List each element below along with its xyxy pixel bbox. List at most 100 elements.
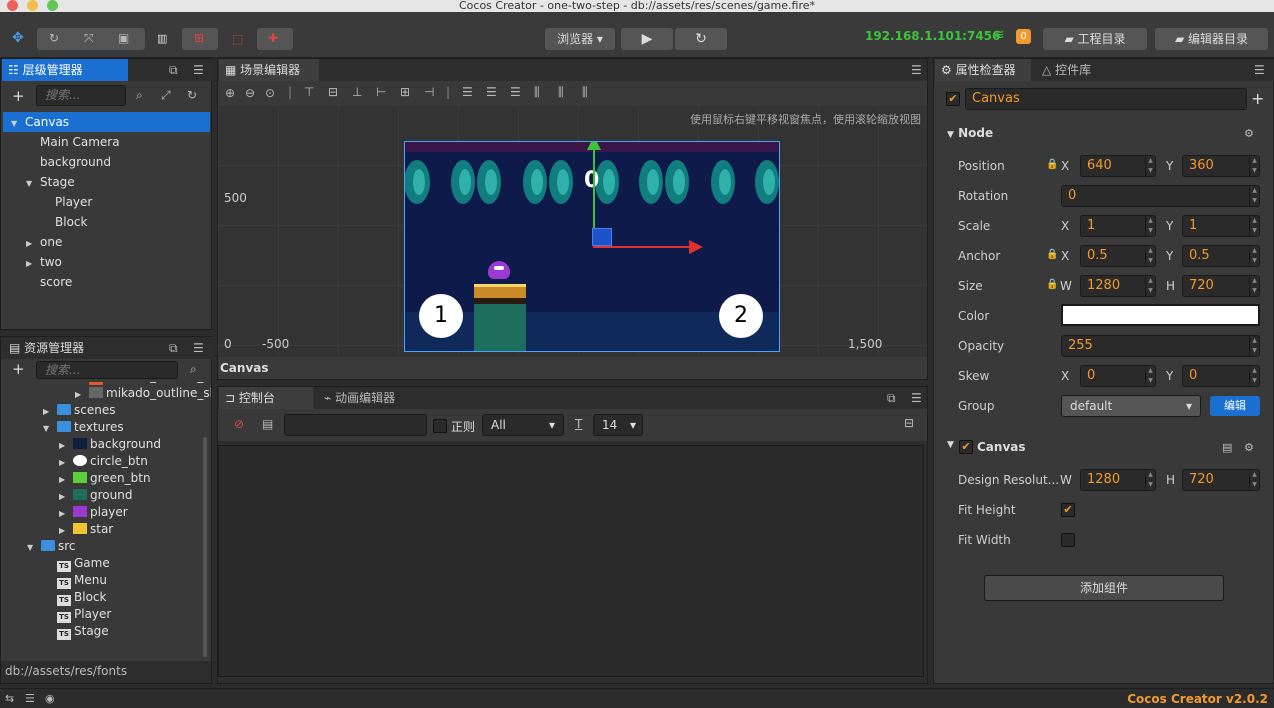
align-top-icon[interactable]: ⊤ bbox=[304, 85, 314, 99]
search-icon[interactable]: ⌕ bbox=[136, 88, 143, 103]
chevron-down-icon[interactable]: ▼ bbox=[43, 420, 53, 437]
popout-icon[interactable]: ⧉ bbox=[887, 391, 896, 406]
skew-y-input[interactable]: 0 ▲ ▼ bbox=[1182, 365, 1260, 387]
database-icon[interactable]: ☰ bbox=[25, 692, 35, 705]
tab-widget-library[interactable]: △ 控件库 bbox=[1036, 59, 1116, 81]
asset-item[interactable]: ▼ textures bbox=[43, 419, 124, 436]
chevron-down-icon[interactable]: ▼ bbox=[947, 440, 954, 450]
chevron-right-icon[interactable]: ▶ bbox=[59, 471, 69, 488]
asset-item[interactable]: ▶ scenes bbox=[43, 402, 115, 419]
design-width-input[interactable]: 1280 ▲ ▼ bbox=[1080, 469, 1156, 491]
color-swatch[interactable] bbox=[1061, 304, 1260, 326]
gizmo-x-arrow[interactable] bbox=[689, 240, 703, 254]
asset-item[interactable]: TS Block bbox=[43, 589, 106, 606]
hierarchy-node[interactable]: Player bbox=[3, 192, 210, 212]
distribute-bottom-icon[interactable]: ☰ bbox=[510, 85, 521, 99]
align-hcenter-icon[interactable]: ⊞ bbox=[400, 85, 410, 99]
scene-viewport[interactable]: 使用鼠标右键平移视窗焦点，使用滚轮缩放视图 500 0 -500 1,500 1… bbox=[218, 105, 927, 355]
chevron-right-icon[interactable]: ▶ bbox=[59, 454, 69, 471]
scale-y-input[interactable]: 1 ▲ ▼ bbox=[1182, 215, 1260, 237]
group-select[interactable]: default ▾ bbox=[1061, 395, 1201, 417]
anchor-y-input[interactable]: 0.5 ▲ ▼ bbox=[1182, 245, 1260, 267]
size-width-input[interactable]: 1280 ▲ ▼ bbox=[1080, 275, 1156, 297]
asset-item[interactable]: ▶ circle_btn bbox=[59, 453, 148, 470]
add-asset-icon[interactable]: + bbox=[12, 360, 25, 378]
asset-item[interactable]: ▶ green_btn bbox=[59, 470, 151, 487]
local-global-toggle[interactable]: ⊞ bbox=[182, 28, 218, 50]
visibility-icon[interactable]: ◉ bbox=[45, 692, 55, 705]
hierarchy-search-input[interactable]: 搜索... bbox=[36, 85, 126, 106]
font-size-select[interactable]: 14 ▾ bbox=[593, 414, 643, 436]
rect-tool-icon[interactable]: ▣ bbox=[118, 31, 129, 45]
gear-icon[interactable]: ⚙ bbox=[1244, 441, 1254, 454]
zoom-out-icon[interactable]: ⊖ bbox=[245, 86, 255, 100]
chevron-down-icon[interactable]: ▼ bbox=[27, 539, 37, 556]
chevron-right-icon[interactable]: ▶ bbox=[59, 505, 69, 522]
hierarchy-node[interactable]: ▶ one bbox=[3, 232, 210, 252]
align-right-icon[interactable]: ⊣ bbox=[424, 85, 434, 99]
stepper-icon[interactable]: ▲ ▼ bbox=[1145, 216, 1155, 236]
scale-tool-icon[interactable]: ⤧ bbox=[84, 31, 94, 46]
hierarchy-node[interactable]: background bbox=[3, 152, 210, 172]
project-dir-button[interactable]: ▰ 工程目录 bbox=[1043, 28, 1147, 50]
collapse-icon[interactable]: ⊟ bbox=[904, 416, 914, 430]
asset-item[interactable]: ▶ background bbox=[59, 436, 161, 453]
asset-item[interactable]: ▶ ground bbox=[59, 487, 132, 504]
edit-group-button[interactable]: 编辑 bbox=[1210, 396, 1260, 416]
move-tool-icon[interactable]: ✥ bbox=[12, 30, 24, 46]
popout-icon[interactable]: ⧉ bbox=[169, 341, 178, 356]
chevron-down-icon[interactable]: ▼ bbox=[26, 174, 36, 194]
tab-animation[interactable]: ⌁ 动画编辑器 bbox=[318, 387, 418, 409]
chevron-right-icon[interactable]: ▶ bbox=[43, 403, 53, 420]
sync-icon[interactable]: ⇆ bbox=[5, 692, 14, 705]
tab-assets[interactable]: ▤ 资源管理器 bbox=[3, 337, 103, 359]
stepper-icon[interactable]: ▲ ▼ bbox=[1145, 276, 1155, 296]
design-height-input[interactable]: 720 ▲ ▼ bbox=[1182, 469, 1260, 491]
minimize-window-button[interactable] bbox=[27, 0, 38, 11]
chevron-right-icon[interactable]: ▶ bbox=[75, 386, 85, 403]
opacity-input[interactable]: 255 ▲ ▼ bbox=[1061, 335, 1260, 357]
button-one[interactable]: 1 bbox=[419, 294, 463, 338]
docs-icon[interactable]: ▤ bbox=[1222, 441, 1232, 454]
distribute-vcenter-icon[interactable]: ☰ bbox=[486, 85, 497, 99]
gear-icon[interactable]: ⚙ bbox=[1244, 127, 1254, 140]
assets-scrollbar[interactable] bbox=[203, 437, 207, 657]
position-y-input[interactable]: 360 ▲ ▼ bbox=[1182, 155, 1260, 177]
gizmo-toggle[interactable]: ✚ bbox=[257, 28, 293, 50]
stepper-icon[interactable]: ▲ ▼ bbox=[1249, 366, 1259, 386]
fit-width-checkbox[interactable] bbox=[1061, 533, 1075, 547]
chevron-right-icon[interactable]: ▶ bbox=[59, 437, 69, 454]
tab-inspector[interactable]: ⚙ 属性检查器 bbox=[935, 59, 1031, 81]
clear-console-icon[interactable]: ⊘ bbox=[234, 417, 244, 431]
maximize-window-button[interactable] bbox=[47, 0, 58, 11]
tab-scene[interactable]: ▦ 场景编辑器 bbox=[219, 59, 319, 81]
canvas-section-label[interactable]: Canvas bbox=[977, 440, 1026, 454]
align-left-icon[interactable]: ⊢ bbox=[376, 85, 386, 99]
chevron-down-icon[interactable]: ▼ bbox=[11, 114, 21, 134]
tab-hierarchy[interactable]: ☷ 层级管理器 bbox=[2, 59, 128, 81]
refresh-icon[interactable]: ↻ bbox=[187, 88, 197, 102]
chevron-right-icon[interactable]: ▶ bbox=[26, 234, 36, 254]
pivot-icon[interactable]: ▥ bbox=[157, 32, 167, 45]
play-button[interactable]: ▶ bbox=[621, 28, 673, 50]
search-icon[interactable]: ⌕ bbox=[190, 362, 197, 377]
asset-item[interactable]: TS Player bbox=[43, 606, 111, 623]
log-level-select[interactable]: All ▾ bbox=[482, 414, 564, 436]
gizmo-y-axis[interactable] bbox=[593, 146, 595, 240]
browser-select[interactable]: 浏览器 ▾ bbox=[545, 28, 615, 50]
gizmo-x-axis[interactable] bbox=[593, 246, 689, 248]
menu-icon[interactable]: ☰ bbox=[911, 63, 922, 77]
node-name-input[interactable]: Canvas bbox=[965, 88, 1247, 110]
chevron-right-icon[interactable]: ▶ bbox=[59, 488, 69, 505]
hierarchy-node[interactable]: ▶ two bbox=[3, 252, 210, 272]
stepper-icon[interactable]: ▲ ▼ bbox=[1145, 156, 1155, 176]
stepper-icon[interactable]: ▲ ▼ bbox=[1249, 470, 1259, 490]
skew-x-input[interactable]: 0 ▲ ▼ bbox=[1080, 365, 1156, 387]
add-icon[interactable]: + bbox=[1251, 89, 1264, 108]
assets-search-input[interactable]: 搜索... bbox=[36, 361, 178, 379]
hierarchy-node[interactable]: Main Camera bbox=[3, 132, 210, 152]
stepper-icon[interactable]: ▲ ▼ bbox=[1145, 470, 1155, 490]
menu-icon[interactable]: ☰ bbox=[911, 391, 922, 405]
align-vcenter-icon[interactable]: ⊟ bbox=[328, 85, 338, 99]
game-canvas-preview[interactable]: 1 2 0 bbox=[404, 141, 780, 352]
